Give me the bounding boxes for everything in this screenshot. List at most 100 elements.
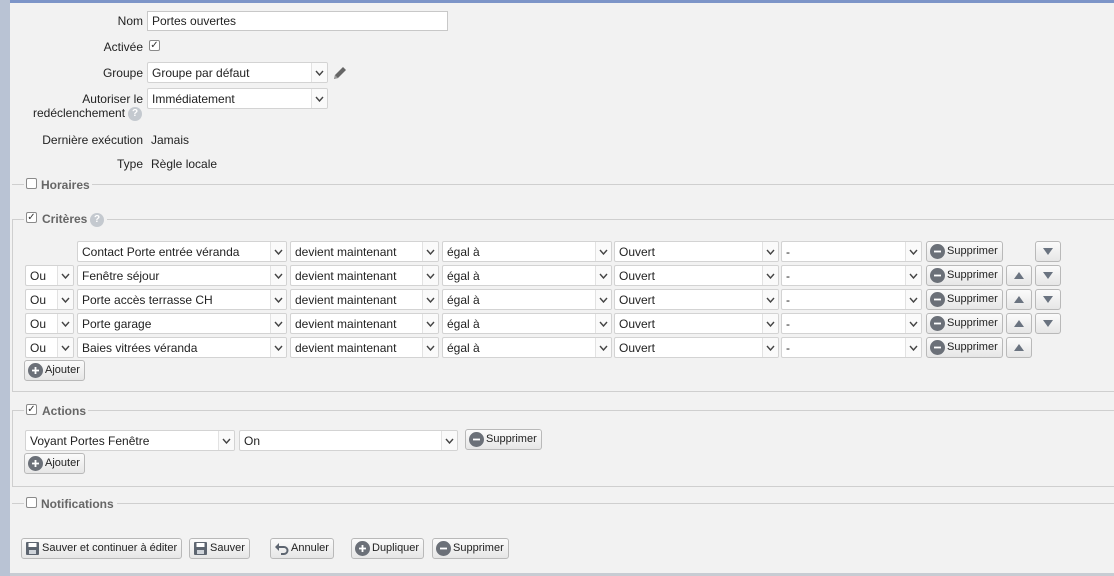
criterion-delete-button[interactable]: Supprimer [926, 337, 1003, 358]
arrow-down-icon [1043, 296, 1053, 303]
minus-circle-icon [930, 244, 945, 259]
duplicate-label: Dupliquer [372, 542, 420, 554]
actions-checkbox[interactable]: ✓ [26, 404, 37, 415]
chevron-down-icon [762, 266, 778, 285]
criterion-event-select[interactable]: devient maintenant [290, 241, 439, 262]
criterion-connector-select[interactable]: Ou [25, 313, 74, 334]
criterion-extra-select[interactable]: - [781, 289, 922, 310]
fieldset-border [12, 219, 24, 220]
chevron-down-icon [905, 266, 921, 285]
undo-arrow-icon [275, 543, 289, 555]
cancel-label: Annuler [291, 542, 329, 554]
move-up-button[interactable] [1006, 265, 1032, 286]
name-input[interactable]: Portes ouvertes [147, 11, 448, 31]
criterion-delete-label: Supprimer [947, 317, 998, 329]
criterion-connector-select[interactable]: Ou [25, 265, 74, 286]
criterion-value-select-value: Ouvert [619, 245, 656, 259]
criterion-connector-select[interactable]: Ou [25, 289, 74, 310]
criterion-operator-select[interactable]: égal à [442, 289, 612, 310]
criterion-value-select[interactable]: Ouvert [614, 289, 779, 310]
criterion-delete-button[interactable]: Supprimer [926, 289, 1003, 310]
criterion-operator-select[interactable]: égal à [442, 241, 612, 262]
criterion-event-select[interactable]: devient maintenant [290, 289, 439, 310]
fieldset-border [107, 219, 1114, 220]
criterion-operator-select[interactable]: égal à [442, 313, 612, 334]
cancel-button[interactable]: Annuler [270, 538, 334, 559]
action-value-select[interactable]: On [239, 430, 458, 451]
fieldset-border [12, 503, 24, 504]
chevron-down-icon [57, 314, 73, 333]
criterion-extra-select-value: - [786, 317, 790, 331]
action-device-select[interactable]: Voyant Portes Fenêtre [25, 430, 235, 451]
criterion-delete-label: Supprimer [947, 341, 998, 353]
criteria-add-button[interactable]: Ajouter [24, 360, 85, 381]
criterion-operator-select[interactable]: égal à [442, 265, 612, 286]
criterion-delete-label: Supprimer [947, 293, 998, 305]
help-icon[interactable]: ? [90, 213, 104, 227]
plus-circle-icon [28, 363, 43, 378]
criterion-extra-select[interactable]: - [781, 313, 922, 334]
fieldset-border [88, 410, 1114, 411]
criterion-delete-button[interactable]: Supprimer [926, 241, 1003, 262]
criterion-extra-select[interactable]: - [781, 265, 922, 286]
fieldset-border [12, 184, 24, 185]
move-down-button[interactable] [1035, 265, 1061, 286]
criterion-operator-select[interactable]: égal à [442, 337, 612, 358]
move-down-button[interactable] [1035, 241, 1061, 262]
action-device-value: Voyant Portes Fenêtre [30, 434, 150, 448]
criterion-extra-select[interactable]: - [781, 337, 922, 358]
criterion-device-select[interactable]: Fenêtre séjour [77, 265, 287, 286]
minus-circle-icon [930, 316, 945, 331]
edit-pencil-icon[interactable] [332, 65, 348, 81]
action-delete-button[interactable]: Supprimer [465, 429, 542, 450]
chevron-down-icon [270, 242, 286, 261]
chevron-down-icon [422, 314, 438, 333]
criterion-event-select[interactable]: devient maintenant [290, 265, 439, 286]
arrow-down-icon [1043, 248, 1053, 255]
criterion-delete-button[interactable]: Supprimer [926, 265, 1003, 286]
move-down-button[interactable] [1035, 313, 1061, 334]
criterion-extra-select-value: - [786, 293, 790, 307]
criterion-event-select-value: devient maintenant [295, 293, 397, 307]
criterion-value-select[interactable]: Ouvert [614, 265, 779, 286]
criterion-event-select[interactable]: devient maintenant [290, 337, 439, 358]
criterion-value-select[interactable]: Ouvert [614, 313, 779, 334]
move-up-button[interactable] [1006, 337, 1032, 358]
fieldset-border [12, 410, 13, 486]
criterion-device-select[interactable]: Contact Porte entrée véranda [77, 241, 287, 262]
criterion-device-select[interactable]: Porte accès terrasse CH [77, 289, 287, 310]
criterion-device-select-value: Baies vitrées véranda [82, 341, 198, 355]
arrow-up-icon [1014, 272, 1024, 279]
criterion-operator-select-value: égal à [447, 245, 480, 259]
enabled-checkbox[interactable]: ✓ [149, 40, 160, 51]
delete-button[interactable]: Supprimer [432, 538, 509, 559]
fieldset-border [92, 184, 1114, 185]
retrigger-select[interactable]: Immédiatement [147, 88, 328, 109]
move-down-button[interactable] [1035, 289, 1061, 310]
move-up-button[interactable] [1006, 313, 1032, 334]
criterion-event-select[interactable]: devient maintenant [290, 313, 439, 334]
criterion-device-select-value: Fenêtre séjour [82, 269, 160, 283]
criterion-value-select[interactable]: Ouvert [614, 241, 779, 262]
chevron-down-icon [270, 266, 286, 285]
criteria-checkbox[interactable]: ✓ [26, 212, 37, 223]
criterion-value-select[interactable]: Ouvert [614, 337, 779, 358]
criterion-delete-button[interactable]: Supprimer [926, 313, 1003, 334]
criterion-connector-select[interactable]: Ou [25, 337, 74, 358]
criterion-device-select[interactable]: Porte garage [77, 313, 287, 334]
help-icon[interactable]: ? [128, 107, 142, 121]
criterion-device-select[interactable]: Baies vitrées véranda [77, 337, 287, 358]
notifications-checkbox[interactable] [26, 497, 37, 508]
schedules-checkbox[interactable] [26, 178, 37, 189]
criterion-extra-select[interactable]: - [781, 241, 922, 262]
save-button[interactable]: Sauver [189, 538, 250, 559]
action-add-button[interactable]: Ajouter [24, 453, 85, 474]
top-border [0, 0, 1114, 3]
save-continue-button[interactable]: Sauver et continuer à éditer [21, 538, 183, 559]
chevron-down-icon [905, 242, 921, 261]
move-up-button[interactable] [1006, 289, 1032, 310]
duplicate-plus-icon [355, 541, 370, 556]
arrow-up-icon [1014, 344, 1024, 351]
group-select[interactable]: Groupe par défaut [147, 62, 328, 83]
duplicate-button[interactable]: Dupliquer [351, 538, 425, 559]
